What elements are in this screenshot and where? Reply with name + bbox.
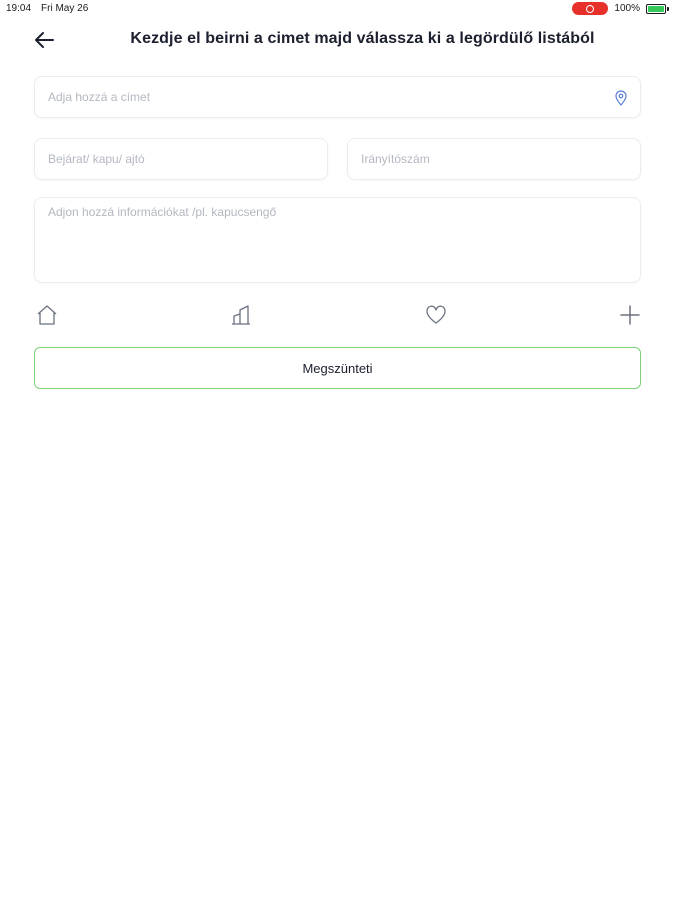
building-type-button[interactable] [228, 302, 254, 328]
location-pin-icon[interactable] [614, 90, 628, 106]
status-right: 100% [572, 2, 669, 15]
favorite-type-button[interactable] [423, 302, 449, 328]
arrow-left-icon [35, 32, 54, 48]
cancel-button[interactable]: Megszünteti [34, 347, 641, 389]
address-type-row [34, 302, 641, 330]
header: Kezdje el beirni a cimet majd válassza k… [0, 26, 675, 54]
address-field[interactable] [34, 76, 641, 118]
plus-icon [620, 305, 640, 325]
back-button[interactable] [32, 28, 58, 52]
status-date: Fri May 26 [41, 3, 89, 14]
entrance-field[interactable] [34, 138, 328, 180]
heart-icon [426, 305, 446, 324]
status-bar: 19:04 Fri May 26 100% [0, 0, 675, 18]
zip-input[interactable] [348, 139, 640, 179]
zip-field[interactable] [347, 138, 641, 180]
info-field[interactable] [34, 197, 641, 283]
home-icon [37, 305, 57, 325]
building-icon [232, 305, 250, 325]
info-textarea[interactable] [35, 198, 640, 282]
address-input[interactable] [35, 77, 640, 117]
screen-record-icon[interactable] [572, 2, 609, 15]
entrance-input[interactable] [35, 139, 327, 179]
home-type-button[interactable] [34, 302, 60, 328]
add-type-button[interactable] [617, 302, 643, 328]
page-title: Kezdje el beirni a cimet majd válassza k… [130, 30, 595, 47]
battery-icon [646, 3, 669, 14]
status-left: 19:04 Fri May 26 [6, 3, 88, 14]
battery-percent: 100% [614, 3, 640, 14]
status-time: 19:04 [6, 3, 32, 14]
